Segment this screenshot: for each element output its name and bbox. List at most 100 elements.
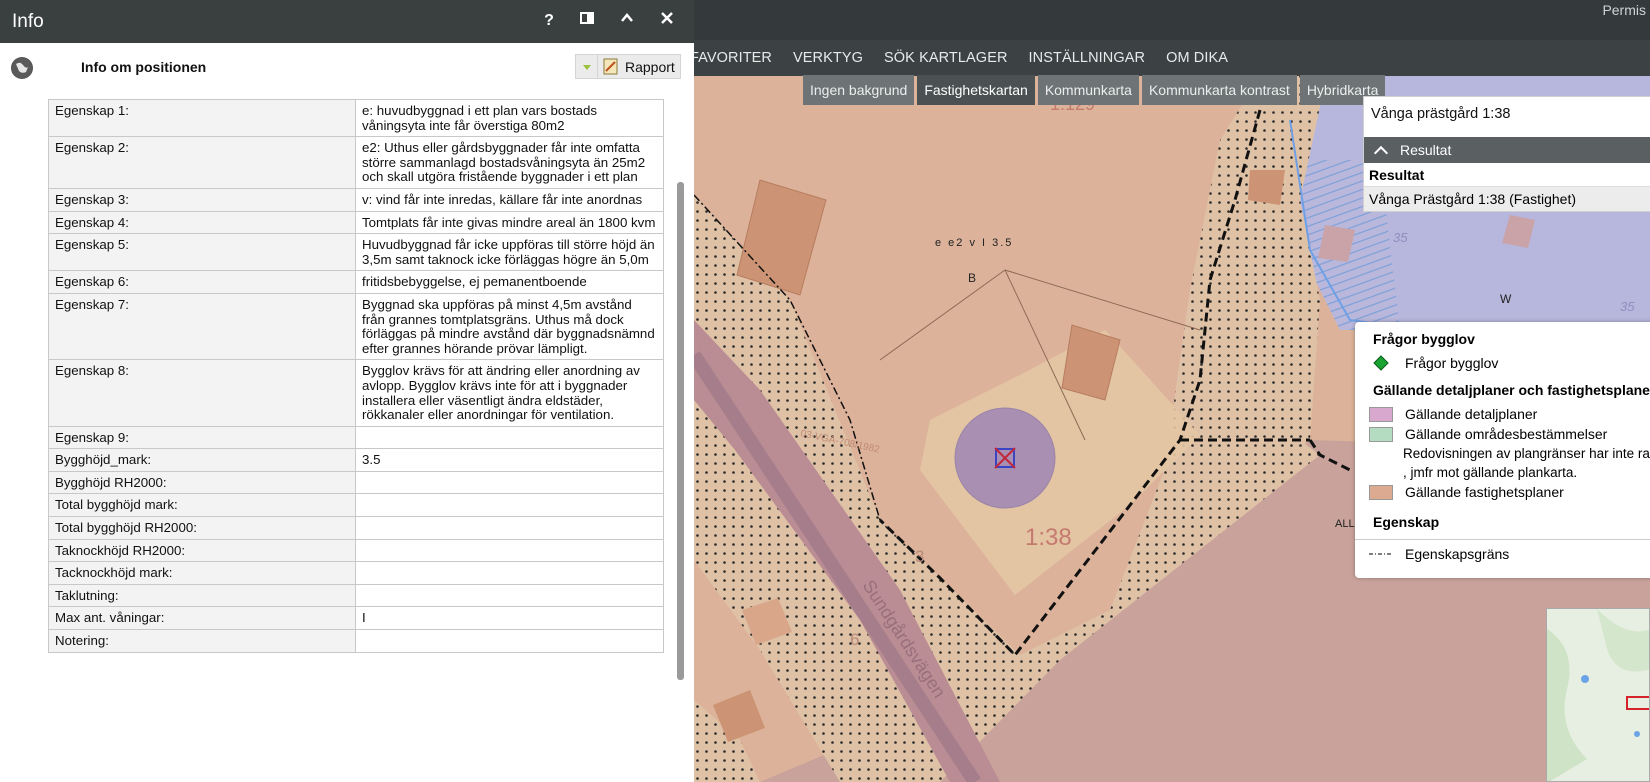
legend-item-omradesbestammelser: Gällande områdesbestämmelser (1355, 424, 1650, 444)
property-value (355, 425, 664, 450)
table-row: Taklutning: (48, 583, 664, 608)
table-row: Egenskap 4: Tomtplats får inte givas mind… (48, 210, 664, 235)
bg-kommunkarta-kontrast[interactable]: Kommunkarta kontrast (1141, 75, 1297, 105)
result-sub-header: Resultat (1364, 163, 1650, 187)
dialog-title: Info (12, 10, 44, 32)
table-row: Egenskap 1: e: huvudbyggnad i ett plan va… (48, 98, 664, 138)
info-table: Egenskap 1: e: huvudbyggnad i ett plan va… (48, 98, 664, 653)
permission-label[interactable]: Permis (1598, 0, 1650, 20)
legend-item-label: Gällande detaljplaner (1405, 406, 1538, 422)
property-key: Notering: (48, 629, 356, 653)
property-value (355, 493, 664, 518)
dock-icon (580, 12, 594, 24)
dock-button[interactable] (574, 8, 600, 34)
property-value (355, 629, 664, 653)
menu-om-dika[interactable]: OM DIKA (1166, 50, 1228, 66)
dash-dot-line-icon (1369, 553, 1393, 555)
legend-section-fragor-bygglov: Frågor bygglov (1373, 331, 1475, 347)
map-num-6: 6 (850, 630, 859, 649)
info-dialog: Info ? Info om positionen Rapport Egensk… (0, 0, 694, 782)
swatch-detaljplaner (1369, 406, 1393, 422)
property-key: Egenskap 9: (48, 425, 356, 450)
table-row: Total bygghöjd mark: (48, 493, 664, 518)
legend-item-fragor-bygglov: Frågor bygglov (1355, 353, 1650, 373)
map-plan-code: e e2 v I 3.5 (935, 237, 1013, 249)
bg-kommunkarta[interactable]: Kommunkarta (1037, 75, 1139, 105)
result-row[interactable]: Vånga Prästgård 1:38 (Fastighet) (1364, 187, 1650, 211)
rapport-button[interactable]: Rapport (575, 54, 681, 79)
property-key: Bygghöjd RH2000: (48, 470, 356, 495)
property-value (355, 470, 664, 495)
legend-panel: Frågor bygglov Frågor bygglov Gällande d… (1355, 322, 1650, 578)
menu-installningar[interactable]: INSTÄLLNINGAR (1029, 50, 1146, 66)
property-key: Egenskap 3: (48, 187, 356, 212)
dialog-titlebar[interactable]: Info ? (0, 0, 694, 43)
table-row: Tacknockhöjd mark: (48, 561, 664, 585)
legend-note-line2: , jmfr mot gällande plankarta. (1403, 465, 1578, 480)
property-value: Huvudbyggnad får icke uppföras till stör… (355, 233, 664, 272)
map-num-35a: 35 (1393, 230, 1408, 245)
table-row: Taknockhöjd RH2000: (48, 538, 664, 563)
property-key: Egenskap 6: (48, 270, 356, 294)
table-row: Egenskap 8: Bygglov krävs för att ändring… (48, 359, 664, 427)
property-key: Egenskap 4: (48, 210, 356, 235)
menu-verktyg[interactable]: VERKTYG (793, 50, 863, 66)
rapport-dropdown[interactable] (576, 55, 598, 78)
property-key: Bygghöjd_mark: (48, 448, 356, 472)
table-row: Max ant. våningar: I (48, 606, 664, 631)
legend-item-fastighetsplaner: Gällande fastighetsplaner (1355, 482, 1650, 502)
green-diamond-icon (1373, 355, 1389, 371)
legend-section-egenskap: Egenskap (1373, 514, 1440, 530)
dialog-subtitle: Info om positionen (81, 59, 207, 75)
globe-icon (11, 57, 33, 79)
property-value: fritidsbebyggelse, ej pemanentboende (355, 270, 664, 294)
table-row: Bygghöjd RH2000: (48, 470, 664, 495)
property-value: e: huvudbyggnad i ett plan vars bostads … (355, 98, 664, 138)
result-bar-label: Resultat (1400, 142, 1452, 158)
bg-fastighetskartan[interactable]: Fastighetskartan (917, 75, 1035, 105)
legend-item-egenskapsgrans: Egenskapsgräns (1355, 540, 1650, 562)
property-key: Egenskap 2: (48, 136, 356, 189)
property-value (355, 561, 664, 585)
result-header: Vånga prästgård 1:38 (1371, 106, 1511, 122)
close-button[interactable] (654, 8, 680, 34)
chevron-up-icon (1373, 145, 1389, 161)
table-row: Egenskap 9: (48, 425, 664, 450)
map-num-35b: 35 (1620, 299, 1635, 314)
property-value (355, 516, 664, 540)
info-table-container: Egenskap 1: e: huvudbyggnad i ett plan va… (48, 98, 664, 653)
property-key: Egenskap 5: (48, 233, 356, 272)
dialog-subheader: Info om positionen Rapport (0, 43, 694, 89)
result-toggle-bar[interactable]: Resultat (1364, 137, 1650, 163)
swatch-fastighetsplaner (1369, 484, 1393, 500)
collapse-button[interactable] (614, 8, 640, 34)
property-value: v: vind får inte inredas, källare får in… (355, 187, 664, 212)
menu-favoriter[interactable]: FAVORITER (690, 50, 772, 66)
property-value (355, 538, 664, 563)
table-row: Egenskap 3: v: vind får inte inredas, käl… (48, 187, 664, 212)
bg-ingen-bakgrund[interactable]: Ingen bakgrund (803, 75, 915, 105)
property-key: Taknockhöjd RH2000: (48, 538, 356, 563)
property-key: Egenskap 1: (48, 98, 356, 138)
legend-item-label: Gällande områdesbestämmelser (1405, 426, 1608, 442)
menu-sok-kartlager[interactable]: SÖK KARTLAGER (884, 50, 1008, 66)
property-key: Total bygghöjd mark: (48, 493, 356, 518)
property-value: I (355, 606, 664, 631)
map-num-3: 3 (915, 547, 924, 566)
result-panel: Vånga prästgård 1:38 Resultat Resultat V… (1363, 96, 1650, 212)
legend-item-label: Egenskapsgräns (1405, 546, 1510, 562)
legend-item-label: Frågor bygglov (1405, 355, 1499, 371)
property-value (355, 583, 664, 608)
help-button[interactable]: ? (536, 8, 562, 34)
property-key: Total bygghöjd RH2000: (48, 516, 356, 540)
property-value: Tomtplats får inte givas mindre areal än… (355, 210, 664, 235)
table-row: Total bygghöjd RH2000: (48, 516, 664, 540)
property-key: Egenskap 8: (48, 359, 356, 427)
main-menu: FAVORITER VERKTYG SÖK KARTLAGER INSTÄLLN… (690, 40, 1249, 76)
overview-map[interactable] (1546, 608, 1650, 782)
property-key: Tacknockhöjd mark: (48, 561, 356, 585)
dialog-scrollbar[interactable] (677, 182, 684, 680)
table-row: Egenskap 7: Byggnad ska uppföras på minst… (48, 292, 664, 361)
legend-item-label: Gällande fastighetsplaner (1405, 484, 1564, 500)
legend-note-line1: Redovisningen av plangränser har inte ra (1403, 446, 1650, 461)
